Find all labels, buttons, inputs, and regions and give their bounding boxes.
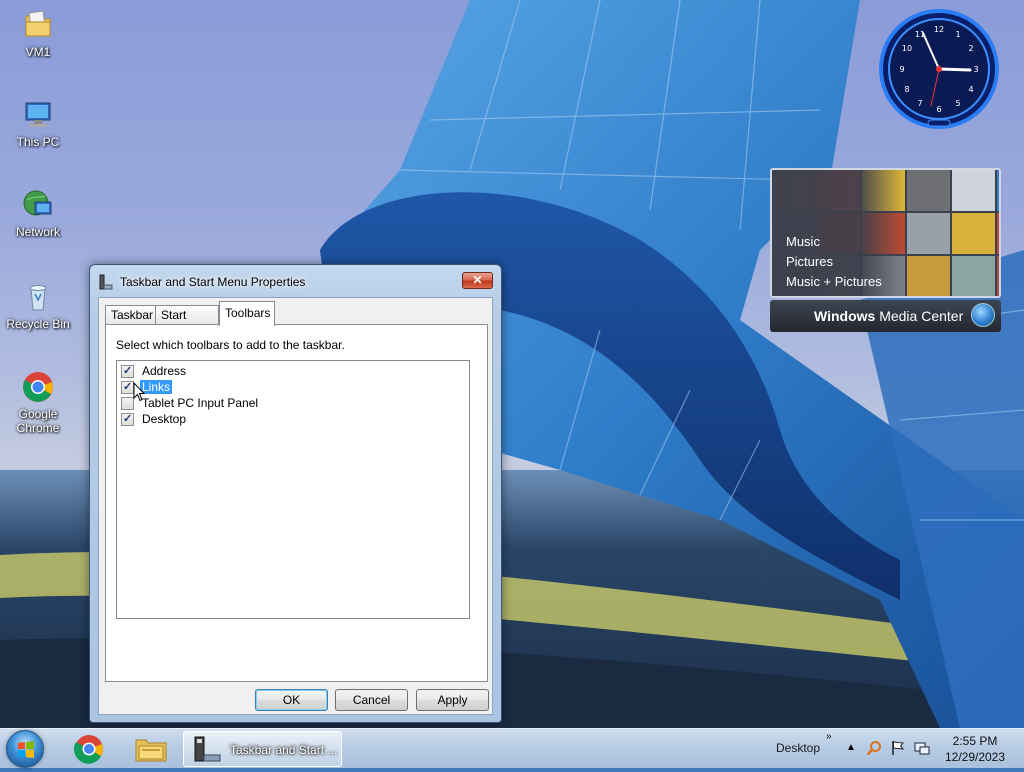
taskbar-properties-icon <box>194 736 221 762</box>
tab-taskbar[interactable]: Taskbar <box>105 305 156 325</box>
toolbars-tab-panel: Select which toolbars to add to the task… <box>105 324 488 682</box>
svg-text:2: 2 <box>968 44 973 53</box>
network-globe-icon <box>21 188 55 222</box>
toolbar-label: Address <box>142 364 187 378</box>
taskbar-task-taskbar-properties[interactable]: Taskbar and Start ... <box>183 731 342 767</box>
desktop-icon-label: This PC <box>16 135 60 149</box>
toolbars-list[interactable]: ✓ Address ✓ Links Tablet PC Input Panel … <box>116 360 470 619</box>
desktop-icon-this-pc[interactable]: This PC <box>2 98 74 149</box>
search-icon[interactable] <box>866 740 882 756</box>
instructions-text: Select which toolbars to add to the task… <box>116 338 345 352</box>
ok-button[interactable]: OK <box>255 689 328 711</box>
network-icon[interactable] <box>914 740 930 756</box>
desktop-icon-network[interactable]: Network <box>2 188 74 239</box>
svg-text:5: 5 <box>955 99 960 108</box>
windows-logo-icon <box>971 303 995 327</box>
list-item[interactable]: ✓ Links <box>121 379 173 395</box>
tab-start-menu[interactable]: Start Menu <box>155 305 219 340</box>
dialog-title: Taskbar and Start Menu Properties <box>120 275 306 289</box>
desktop-icon-label: VM1 <box>25 45 51 59</box>
taskbar: Taskbar and Start ... Desktop » ▲ 2:55 P… <box>0 728 1024 768</box>
toolbar-label: Desktop <box>142 412 187 426</box>
taskbar-chrome-button[interactable] <box>66 731 112 767</box>
dialog-titlebar[interactable]: Taskbar and Start Menu Properties ✕ <box>90 265 501 297</box>
tab-toolbars[interactable]: Toolbars <box>219 301 275 326</box>
desktop-icon-vm1[interactable]: VM1 <box>2 8 74 59</box>
desktop-icon-label: Network <box>15 225 60 239</box>
taskbar-file-explorer-button[interactable] <box>128 731 174 767</box>
address-checkbox[interactable]: ✓ <box>121 364 134 378</box>
desktop-icon-recycle-bin[interactable]: Recycle Bin <box>2 280 74 331</box>
svg-text:6: 6 <box>936 105 941 114</box>
media-center-brand-rest: Media Center <box>875 308 964 324</box>
close-button[interactable]: ✕ <box>462 272 493 289</box>
chrome-icon <box>21 370 55 404</box>
action-center-flag-icon[interactable] <box>890 740 906 756</box>
dialog-body: Taskbar Start Menu Toolbars Select which… <box>98 297 493 715</box>
recycle-bin-icon <box>21 280 55 314</box>
mouse-cursor-icon <box>133 382 145 402</box>
clock-gadget[interactable]: 12 1 2 345 678 9 10 11 <box>878 8 1000 130</box>
svg-text:9: 9 <box>899 65 904 74</box>
desktop-icon-google-chrome[interactable]: Google Chrome <box>2 370 74 435</box>
svg-text:3: 3 <box>973 65 978 74</box>
media-center-brand-bold: Windows <box>814 308 876 324</box>
svg-text:12: 12 <box>934 25 944 34</box>
toolbar-chevron-icon[interactable]: » <box>826 731 832 742</box>
taskbar-properties-dialog: Taskbar and Start Menu Properties ✕ Task… <box>89 264 502 723</box>
media-center-menu: Music Pictures Music + Pictures <box>786 232 882 292</box>
file-explorer-icon <box>135 739 167 762</box>
check-icon: ✓ <box>123 364 133 377</box>
taskbar-properties-icon <box>99 274 113 290</box>
start-button[interactable] <box>6 730 44 768</box>
apply-button[interactable]: Apply <box>416 689 489 711</box>
folder-icon <box>21 8 55 42</box>
computer-icon <box>21 98 55 132</box>
list-item[interactable]: ✓ Desktop <box>121 411 188 427</box>
svg-text:7: 7 <box>917 99 922 108</box>
toolbar-label: Tablet PC Input Panel <box>142 396 259 410</box>
task-label: Taskbar and Start ... <box>230 743 338 757</box>
desktop-icon-label: Recycle Bin <box>6 317 70 331</box>
svg-text:10: 10 <box>902 44 912 53</box>
svg-text:8: 8 <box>904 85 909 94</box>
list-item[interactable]: ✓ Address <box>121 363 188 379</box>
svg-text:4: 4 <box>968 85 973 94</box>
system-clock[interactable]: 2:55 PM 12/29/2023 <box>940 733 1010 765</box>
media-menu-pictures[interactable]: Pictures <box>786 252 882 272</box>
clock-time: 2:55 PM <box>952 734 998 748</box>
clock-date: 12/29/2023 <box>944 750 1006 764</box>
windows-logo-icon <box>18 741 34 758</box>
media-menu-music[interactable]: Music <box>786 232 882 252</box>
analog-clock-face: 1212 345 678 91011 <box>879 9 999 129</box>
check-icon: ✓ <box>123 412 133 425</box>
media-menu-music-pictures[interactable]: Music + Pictures <box>786 272 882 292</box>
media-center-launch-bar[interactable]: Windows Media Center <box>770 300 1001 332</box>
desktop-toolbar-label[interactable]: Desktop <box>776 741 820 755</box>
desktop-icon-label: Google Chrome <box>16 407 60 435</box>
svg-text:1: 1 <box>955 30 960 39</box>
check-icon: ✓ <box>123 380 133 393</box>
chrome-icon <box>74 735 103 764</box>
desktop-checkbox[interactable]: ✓ <box>121 412 134 426</box>
media-center-gadget[interactable]: Music Pictures Music + Pictures <box>770 168 1001 298</box>
show-hidden-icons-button[interactable]: ▲ <box>846 742 856 753</box>
cancel-button[interactable]: Cancel <box>335 689 408 711</box>
